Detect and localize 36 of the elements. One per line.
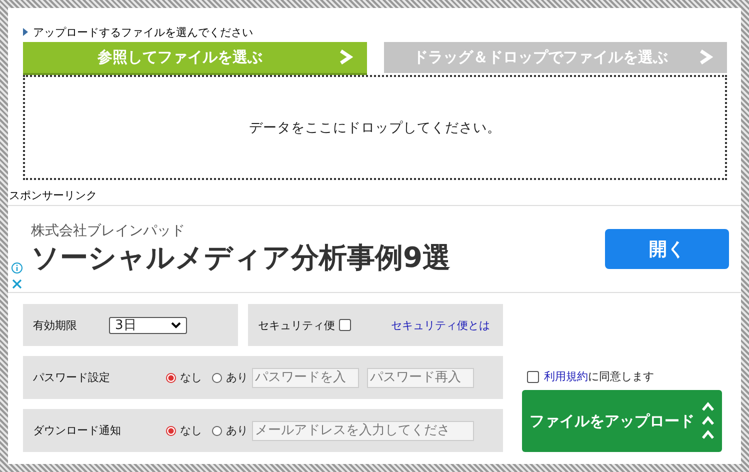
instruction-text: アップロードするファイルを選んでください [33,24,253,40]
input-field[interactable]: パスワード再入 [367,368,474,388]
chevrons-up-icon [700,401,714,441]
radio-button[interactable] [212,426,222,436]
input-field[interactable]: メールアドレスを入力してくださ [252,420,474,440]
sponsor-label: スポンサーリンク [9,189,98,203]
info-icon[interactable] [11,262,23,274]
close-icon[interactable] [11,278,23,290]
drop-zone-text: データをここにドロップしてください。 [249,118,501,136]
upload-button[interactable]: ファイルをアップロード [522,390,722,452]
expiry-label: 有効期限 [33,318,78,332]
caret-icon [171,322,181,328]
drop-zone[interactable]: データをここにドロップしてください。 [23,75,727,180]
open-button[interactable]: 開く [605,229,729,269]
advertiser-name: 株式会社ブレインパッド [31,222,186,240]
notification-label: ダウンロード通知 [33,423,122,438]
radio-button[interactable] [166,426,176,436]
radio-button[interactable] [166,372,176,382]
security-link[interactable]: セキュリティ便とは [391,318,490,332]
checkbox[interactable] [339,319,351,331]
chevron-right-icon [699,49,713,65]
terms-text: 利用規約に同意します [544,369,654,384]
chevron-right-icon [338,49,352,65]
option-label[interactable]: なし [180,423,202,438]
expiry-select[interactable]: 3日 [109,316,187,334]
radio-button[interactable] [212,372,222,382]
option-label[interactable]: なし [180,370,202,385]
option-label[interactable]: あり [226,370,248,385]
checkbox[interactable] [527,370,539,382]
option-label[interactable]: あり [226,423,248,438]
input-field[interactable]: パスワードを入 [252,368,359,388]
terms-link[interactable]: 利用規約 [544,370,588,383]
security-label: セキュリティ便 [258,318,335,332]
password-label: パスワード設定 [33,370,111,385]
ad-headline[interactable]: ソーシャルメディア分析事例9選 [31,240,450,276]
triangle-icon [23,28,28,36]
